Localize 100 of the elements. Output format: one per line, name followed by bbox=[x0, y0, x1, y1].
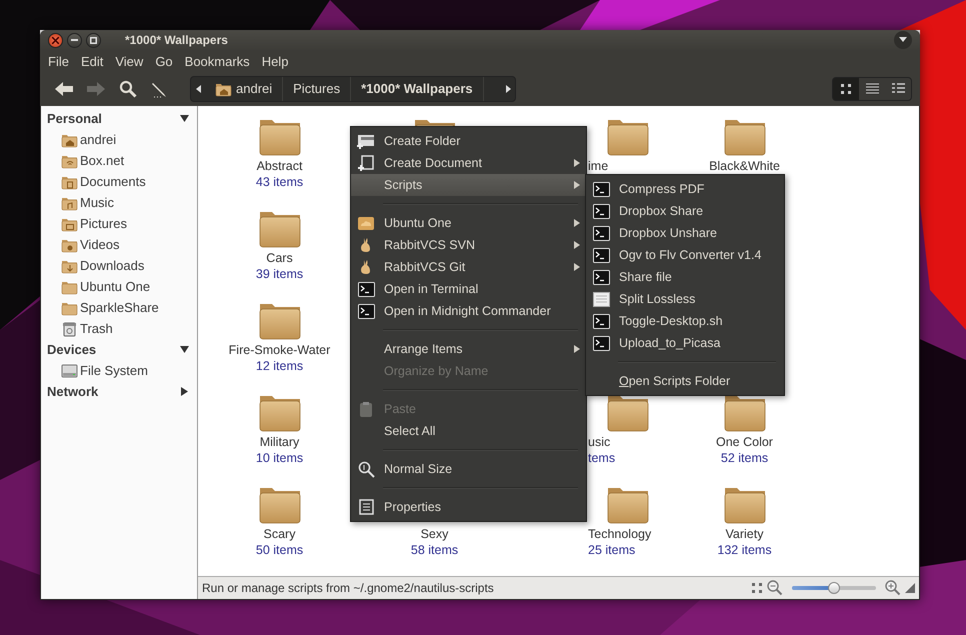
window-menu-button[interactable] bbox=[894, 31, 912, 50]
item-count: 50 items bbox=[256, 542, 304, 558]
menu-bar-item[interactable]: Edit bbox=[74, 54, 110, 69]
section-header[interactable]: Network bbox=[47, 384, 98, 400]
breadcrumb[interactable]: *1000* Wallpapers bbox=[351, 76, 484, 101]
section-header[interactable]: Devices bbox=[47, 342, 96, 358]
drive-icon bbox=[61, 362, 78, 379]
back-arrow-icon bbox=[55, 82, 73, 96]
menu-item[interactable]: Open Scripts Folder bbox=[586, 370, 784, 392]
item-count: tems bbox=[588, 450, 616, 466]
menu-item[interactable]: Open in Terminal bbox=[351, 278, 586, 300]
menu-bar-item[interactable]: File bbox=[42, 54, 75, 69]
expander-down-icon[interactable] bbox=[180, 345, 189, 354]
expander-down-icon[interactable] bbox=[180, 114, 189, 124]
submenu-arrow-icon bbox=[574, 219, 580, 228]
menu-bar-item[interactable]: Help bbox=[256, 54, 294, 69]
sidebar-item[interactable]: SparkleShare bbox=[41, 297, 197, 318]
clipboard-icon bbox=[359, 400, 373, 418]
slider-thumb[interactable] bbox=[828, 582, 840, 594]
sidebar-item[interactable]: Downloads bbox=[41, 255, 197, 276]
submenu-arrow-icon bbox=[574, 263, 580, 272]
breadcrumb[interactable]: andrei bbox=[205, 76, 284, 101]
menu-item[interactable]: RabbitVCS Git bbox=[351, 256, 586, 278]
menu-item[interactable]: Properties bbox=[351, 496, 586, 518]
sidebar-item[interactable]: File System bbox=[41, 360, 197, 382]
view-button[interactable] bbox=[833, 78, 859, 100]
folder-name: Technology bbox=[588, 526, 652, 542]
zoom-icon bbox=[358, 460, 374, 478]
sidebar-item[interactable]: Videos bbox=[41, 234, 197, 256]
menu-item[interactable]: Select All bbox=[351, 420, 586, 442]
menu-bar-item[interactable]: View bbox=[109, 54, 150, 69]
sidebar-item[interactable]: Trash bbox=[41, 318, 197, 340]
item-count: 10 items bbox=[256, 450, 304, 466]
menu-item[interactable]: Arrange Items bbox=[351, 338, 586, 360]
right-arrow-icon bbox=[506, 84, 510, 93]
terminal-icon bbox=[592, 182, 610, 197]
item-count: 12 items bbox=[256, 358, 304, 374]
terminal-icon bbox=[358, 304, 374, 319]
sidebar-item[interactable]: Ubuntu One bbox=[41, 276, 197, 298]
close-button[interactable] bbox=[48, 32, 63, 48]
close-icon bbox=[52, 36, 59, 44]
status-text: Run or manage scripts from ~/.gnome2/nautilus-scripts bbox=[202, 581, 495, 596]
rabbit-icon bbox=[360, 259, 372, 276]
sidebar-item[interactable]: Pictures bbox=[41, 213, 197, 234]
expander-right-icon[interactable] bbox=[180, 387, 189, 396]
menu-item[interactable]: Toggle-Desktop.sh bbox=[586, 310, 784, 332]
menu-item[interactable]: Ogv to Flv Converter v1.4 bbox=[586, 244, 784, 266]
sidebar-item[interactable]: andrei bbox=[41, 129, 197, 150]
minimize-icon bbox=[71, 39, 78, 42]
menu-item[interactable]: Create Document bbox=[351, 152, 586, 174]
folder-name: Black&White bbox=[709, 158, 780, 174]
menu-item[interactable]: Split Lossless bbox=[586, 288, 784, 310]
terminal-icon bbox=[358, 282, 374, 297]
menu-item[interactable]: Scripts bbox=[351, 174, 586, 196]
section-header[interactable]: Personal bbox=[47, 111, 102, 126]
zoom-in-icon[interactable] bbox=[885, 580, 901, 596]
menu-item[interactable]: Upload_to_Picasa bbox=[586, 332, 784, 354]
folder-name: Variety bbox=[726, 526, 764, 542]
sidebar-item[interactable]: Documents bbox=[41, 171, 197, 192]
menu-item[interactable]: Open in Midnight Commander bbox=[351, 300, 586, 322]
breadcrumb[interactable]: Pictures bbox=[283, 76, 352, 101]
sidebar-item[interactable]: Music bbox=[41, 192, 197, 214]
list-view-icon bbox=[866, 83, 878, 94]
dropdown-icon bbox=[899, 37, 907, 44]
folder-name: Cars bbox=[266, 250, 293, 266]
menu-item[interactable]: Create Folder bbox=[351, 130, 586, 152]
folder-icon bbox=[357, 215, 375, 232]
new-folder-icon bbox=[357, 133, 375, 150]
left-arrow-icon bbox=[196, 84, 200, 93]
menu-item[interactable]: Ubuntu One bbox=[351, 212, 586, 234]
icon-view-icon bbox=[840, 82, 852, 95]
view-button[interactable] bbox=[859, 78, 885, 100]
menu-item[interactable]: Normal Size bbox=[351, 458, 586, 480]
folder-name: ime bbox=[588, 158, 608, 174]
item-count: 58 items bbox=[410, 542, 458, 558]
maximize-icon bbox=[90, 36, 97, 44]
text-file-icon bbox=[592, 292, 610, 307]
menu-item[interactable]: Dropbox Unshare bbox=[586, 222, 784, 244]
view-button[interactable] bbox=[885, 78, 911, 100]
menu-item[interactable]: Compress PDF bbox=[586, 178, 784, 200]
item-count: 132 items bbox=[717, 542, 772, 558]
properties-icon bbox=[358, 499, 374, 516]
menu-item[interactable]: Share file bbox=[586, 266, 784, 288]
rabbit-icon bbox=[360, 237, 372, 254]
folder-name: One Color bbox=[716, 434, 773, 450]
menu-bar-item[interactable]: Go bbox=[149, 54, 179, 69]
zoom-out-icon[interactable] bbox=[767, 580, 783, 596]
menu-item[interactable]: Dropbox Share bbox=[586, 200, 784, 222]
compact-view-icon bbox=[892, 83, 904, 94]
minimize-button[interactable] bbox=[67, 32, 82, 48]
maximize-button[interactable] bbox=[86, 32, 101, 48]
sidebar-item[interactable]: Box.net bbox=[41, 150, 197, 172]
menu-bar-item[interactable]: Bookmarks bbox=[178, 54, 256, 69]
terminal-icon bbox=[592, 336, 610, 351]
terminal-icon bbox=[592, 270, 610, 285]
resize-grip-icon[interactable] bbox=[905, 583, 915, 594]
menu-item[interactable]: RabbitVCS SVN bbox=[351, 234, 586, 256]
folder-name: Fire-Smoke-Water bbox=[228, 342, 330, 358]
item-count: 43 items bbox=[256, 174, 304, 190]
item-count: 39 items bbox=[256, 266, 304, 282]
